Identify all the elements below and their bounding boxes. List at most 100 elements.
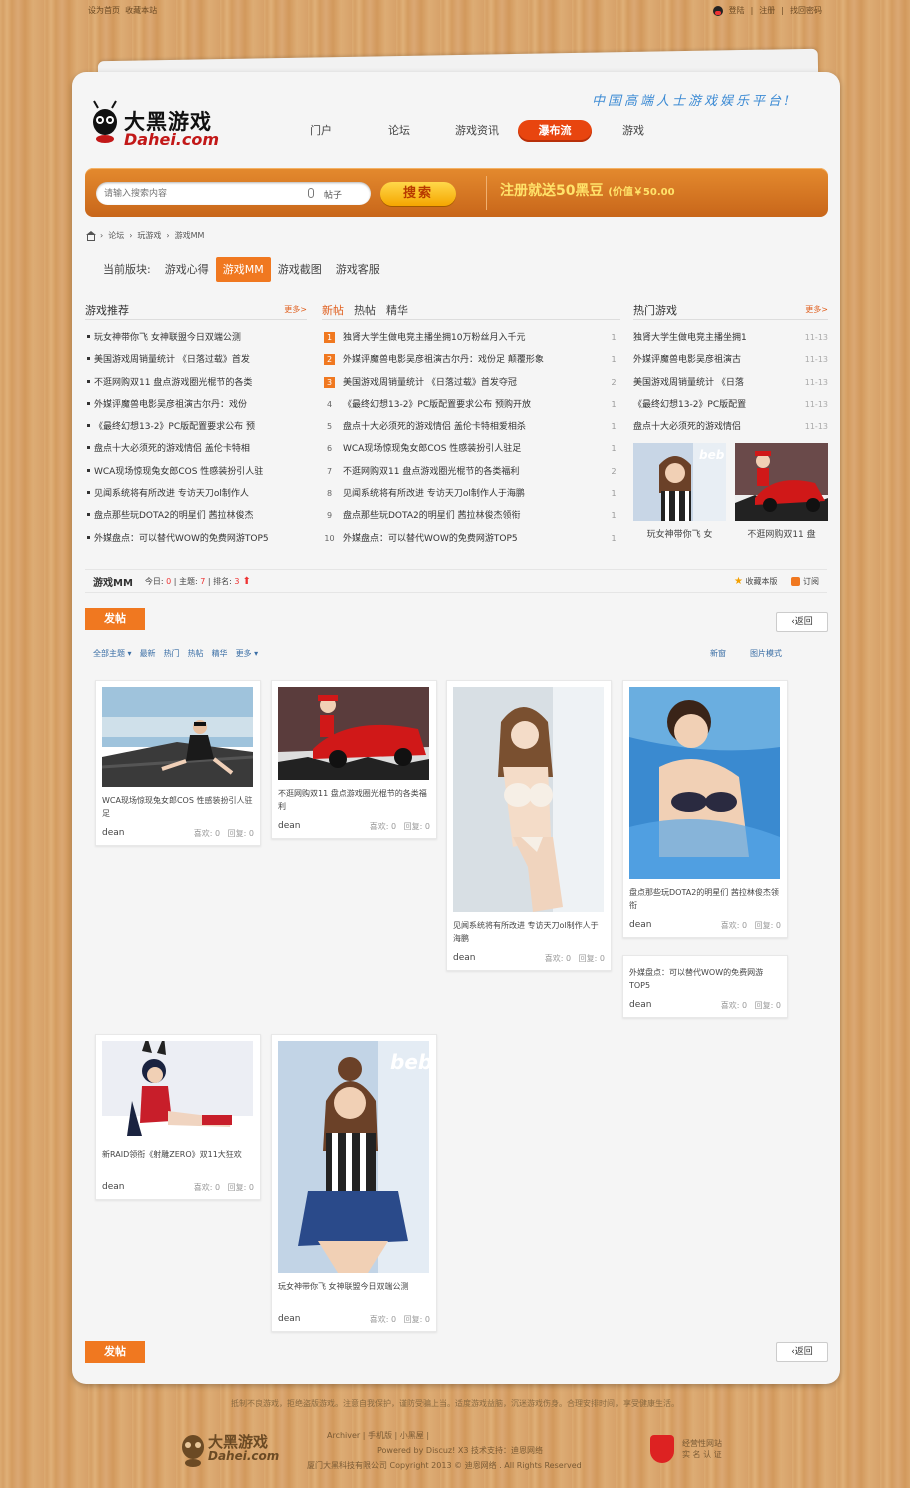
more-link[interactable]: 更多> — [284, 304, 307, 315]
list-item[interactable]: 《最终幻想13-2》PC版配置要求公布 预 — [85, 416, 307, 438]
list-item[interactable]: 盘点那些玩DOTA2的明星们 茜拉林俊杰 — [85, 505, 307, 527]
item-date: 11-13 — [804, 422, 828, 432]
card-author[interactable]: dean — [629, 1000, 651, 1011]
list-item[interactable]: 6 WCA现场惊现兔女郎COS 性感装扮引人驻足 1 — [322, 438, 620, 460]
list-item[interactable]: 盘点十大必须死的游戏情侣 盖伦卡特相 — [85, 438, 307, 460]
register-promo[interactable]: 注册就送50黑豆 (价值￥50.00 — [500, 180, 675, 200]
bookmark-link[interactable]: 收藏本站 — [125, 6, 157, 15]
filter-latest[interactable]: 最新 — [140, 648, 156, 659]
list-item[interactable]: 9 盘点那些玩DOTA2的明星们 茜拉林俊杰领衔 1 — [322, 505, 620, 527]
waterfall-card[interactable]: 盘点那些玩DOTA2的明星们 茜拉林俊杰领衔 dean 喜欢: 0 回复: 0 — [622, 680, 788, 938]
list-item[interactable]: 4 《最终幻想13-2》PC版配置要求公布 预购开放 1 — [322, 394, 620, 416]
more-link[interactable]: 更多> — [805, 304, 828, 315]
card-author[interactable]: dean — [102, 828, 124, 839]
find-password-link[interactable]: 找回密码 — [790, 5, 822, 16]
home-icon[interactable] — [85, 230, 96, 241]
waterfall-card[interactable]: 外媒盘点：可以替代WOW的免费网游TOP5 dean 喜欢: 0 回复: 0 — [622, 955, 788, 1018]
footer-logo[interactable]: 大黑游戏 Dahei.com — [178, 1425, 288, 1470]
list-item[interactable]: 5 盘点十大必须死的游戏情侣 盖伦卡特相爱相杀 1 — [322, 416, 620, 438]
nav-forum[interactable]: 论坛 — [360, 120, 438, 142]
list-item[interactable]: 1 独肾大学生做电竞主播坐拥10万粉丝月入千元 1 — [322, 327, 620, 349]
new-post-button-bottom[interactable]: 发帖 — [85, 1341, 145, 1363]
list-item[interactable]: 外媒评魔兽电影吴彦祖演古尔丹：戏份 — [85, 394, 307, 416]
list-item[interactable]: 外媒盘点：可以替代WOW的免费网游TOP5 — [85, 528, 307, 550]
list-item[interactable]: 外媒评魔兽电影吴彦祖演古 11-13 — [633, 349, 828, 371]
list-item[interactable]: 盘点十大必须死的游戏情侣 11-13 — [633, 416, 828, 438]
search-scope-select[interactable]: 帖子 — [324, 188, 342, 201]
microphone-icon[interactable] — [308, 188, 314, 198]
list-item[interactable]: 8 见闻系统将有所改进 专访天刀ol制作人于海鹏 1 — [322, 483, 620, 505]
login-link[interactable]: 登陆 — [729, 5, 745, 16]
filter-hot[interactable]: 热门 — [164, 648, 180, 659]
nav-portal[interactable]: 门户 — [282, 120, 360, 142]
site-logo[interactable]: 大黑游戏 Dahei.com — [88, 92, 238, 154]
item-title: 见闻系统将有所改进 专访天刀ol制作人于海鹏 — [343, 489, 525, 500]
card-author[interactable]: dean — [453, 953, 475, 964]
filter-all-label: 全部主题 — [93, 649, 125, 658]
nav-waterfall[interactable]: 瀑布流 — [518, 120, 592, 142]
card-author[interactable]: dean — [102, 1182, 124, 1193]
tab-hot-posts[interactable]: 热帖 — [354, 302, 376, 318]
breadcrumb-game-mm[interactable]: 游戏MM — [175, 230, 205, 241]
favorite-forum-link[interactable]: ★ 收藏本版 — [734, 576, 778, 587]
list-item[interactable]: 10 外媒盘点：可以替代WOW的免费网游TOP5 1 — [322, 528, 620, 550]
nav-game-news[interactable]: 游戏资讯 — [438, 120, 516, 142]
tab-new-posts[interactable]: 新帖 — [322, 302, 344, 318]
thumb-item[interactable]: 不逛网购双11 盘 — [735, 443, 828, 540]
filter-more[interactable]: 更多 ▾ — [236, 648, 259, 659]
tab-game-tips[interactable]: 游戏心得 — [158, 257, 216, 282]
waterfall-card[interactable]: 见闻系统将有所改进 专访天刀ol制作人于海鹏 dean 喜欢: 0 回复: 0 — [446, 680, 612, 971]
list-item[interactable]: 不逛网购双11 盘点游戏圈光棍节的各类 — [85, 372, 307, 394]
back-button-bottom[interactable]: ‹返回 — [776, 1342, 828, 1362]
card-author[interactable]: dean — [629, 920, 651, 931]
breadcrumb-play-games[interactable]: 玩游戏 — [137, 230, 161, 241]
tab-digest[interactable]: 精华 — [386, 302, 408, 318]
search-button[interactable]: 搜索 — [380, 182, 456, 206]
new-window-toggle[interactable]: 新窗 — [710, 648, 726, 659]
list-item[interactable]: 美国游戏周销量统计 《日落 11-13 — [633, 372, 828, 394]
card-likes: 喜欢: 0 — [369, 822, 397, 831]
list-item[interactable]: 《最终幻想13-2》PC版配置 11-13 — [633, 394, 828, 416]
card-author[interactable]: dean — [278, 821, 300, 832]
rank-number: 9 — [326, 511, 333, 521]
rss-link[interactable]: 订阅 — [791, 576, 819, 587]
qq-icon[interactable] — [712, 5, 723, 16]
new-post-button[interactable]: 发帖 — [85, 608, 145, 630]
tab-support[interactable]: 游戏客服 — [329, 257, 387, 282]
thread-filter: 全部主题 ▾ 最新 热门 热帖 精华 更多 ▾ — [93, 648, 793, 659]
item-date: 11-13 — [804, 377, 828, 387]
rank-number: 8 — [326, 489, 333, 499]
waterfall-card[interactable]: 新RAID领衔《射雕ZERO》双11大狂欢 dean 喜欢: 0 回复: 0 — [95, 1034, 261, 1200]
waterfall-card[interactable]: 不逛网购双11 盘点游戏圈光棍节的各类福利 dean 喜欢: 0 回复: 0 — [271, 680, 437, 839]
waterfall-card[interactable]: beb 玩女神带你飞 女神联盟今日双端公测 dean 喜欢: 0 回复: 0 — [271, 1034, 437, 1332]
back-button[interactable]: ‹返回 — [776, 612, 828, 632]
item-title: 盘点十大必须死的游戏情侣 盖伦卡特相 — [94, 444, 250, 455]
list-item[interactable]: WCA现场惊现兔女郎COS 性感装扮引人驻 — [85, 461, 307, 483]
item-title: 不逛网购双11 盘点游戏圈光棍节的各类 — [94, 377, 253, 388]
list-item[interactable]: 玩女神带你飞 女神联盟今日双端公测 — [85, 327, 307, 349]
register-link[interactable]: 注册 — [759, 5, 775, 16]
tab-game-mm[interactable]: 游戏MM — [215, 257, 271, 282]
footer-nav-links[interactable]: Archiver | 手机版 | 小黑屋 | — [322, 1428, 582, 1443]
list-item[interactable]: 独肾大学生做电竞主播坐拥1 11-13 — [633, 327, 828, 349]
picture-mode-toggle[interactable]: 图片模式 — [750, 648, 782, 659]
breadcrumb-forum[interactable]: 论坛 — [108, 230, 124, 241]
list-item[interactable]: 7 不逛网购双11 盘点游戏圈光棍节的各类福利 2 — [322, 461, 620, 483]
thumb-item[interactable]: beb 玩女神带你飞 女 — [633, 443, 726, 540]
filter-digest[interactable]: 精华 — [212, 648, 228, 659]
card-author[interactable]: dean — [278, 1314, 300, 1325]
list-item[interactable]: 美国游戏周销量统计 《日落过载》首发 — [85, 349, 307, 371]
filter-hot-posts[interactable]: 热帖 — [188, 648, 204, 659]
recommend-list: 玩女神带你飞 女神联盟今日双端公测 美国游戏周销量统计 《日落过载》首发不逛网购双… — [85, 327, 307, 550]
list-item[interactable]: 3 美国游戏周销量统计 《日落过载》首发夺冠 2 — [322, 372, 620, 394]
nav-games[interactable]: 游戏 — [594, 120, 672, 142]
list-item[interactable]: 2 外媒评魔兽电影吴彦祖演古尔丹：戏份足 颠覆形象 1 — [322, 349, 620, 371]
set-home-link[interactable]: 设为首页 — [88, 6, 120, 15]
today-count: 0 — [166, 576, 172, 586]
list-item[interactable]: 见闻系统将有所改进 专访天刀ol制作人 — [85, 483, 307, 505]
tab-screenshots[interactable]: 游戏截图 — [271, 257, 329, 282]
waterfall-card[interactable]: WCA现场惊现兔女郎COS 性感装扮引人驻足 dean 喜欢: 0 回复: 0 — [95, 680, 261, 846]
filter-all[interactable]: 全部主题 ▾ — [93, 648, 132, 659]
search-input[interactable] — [104, 182, 294, 205]
site-certification[interactable]: 经营性网站实 名 认 证 — [650, 1435, 722, 1463]
